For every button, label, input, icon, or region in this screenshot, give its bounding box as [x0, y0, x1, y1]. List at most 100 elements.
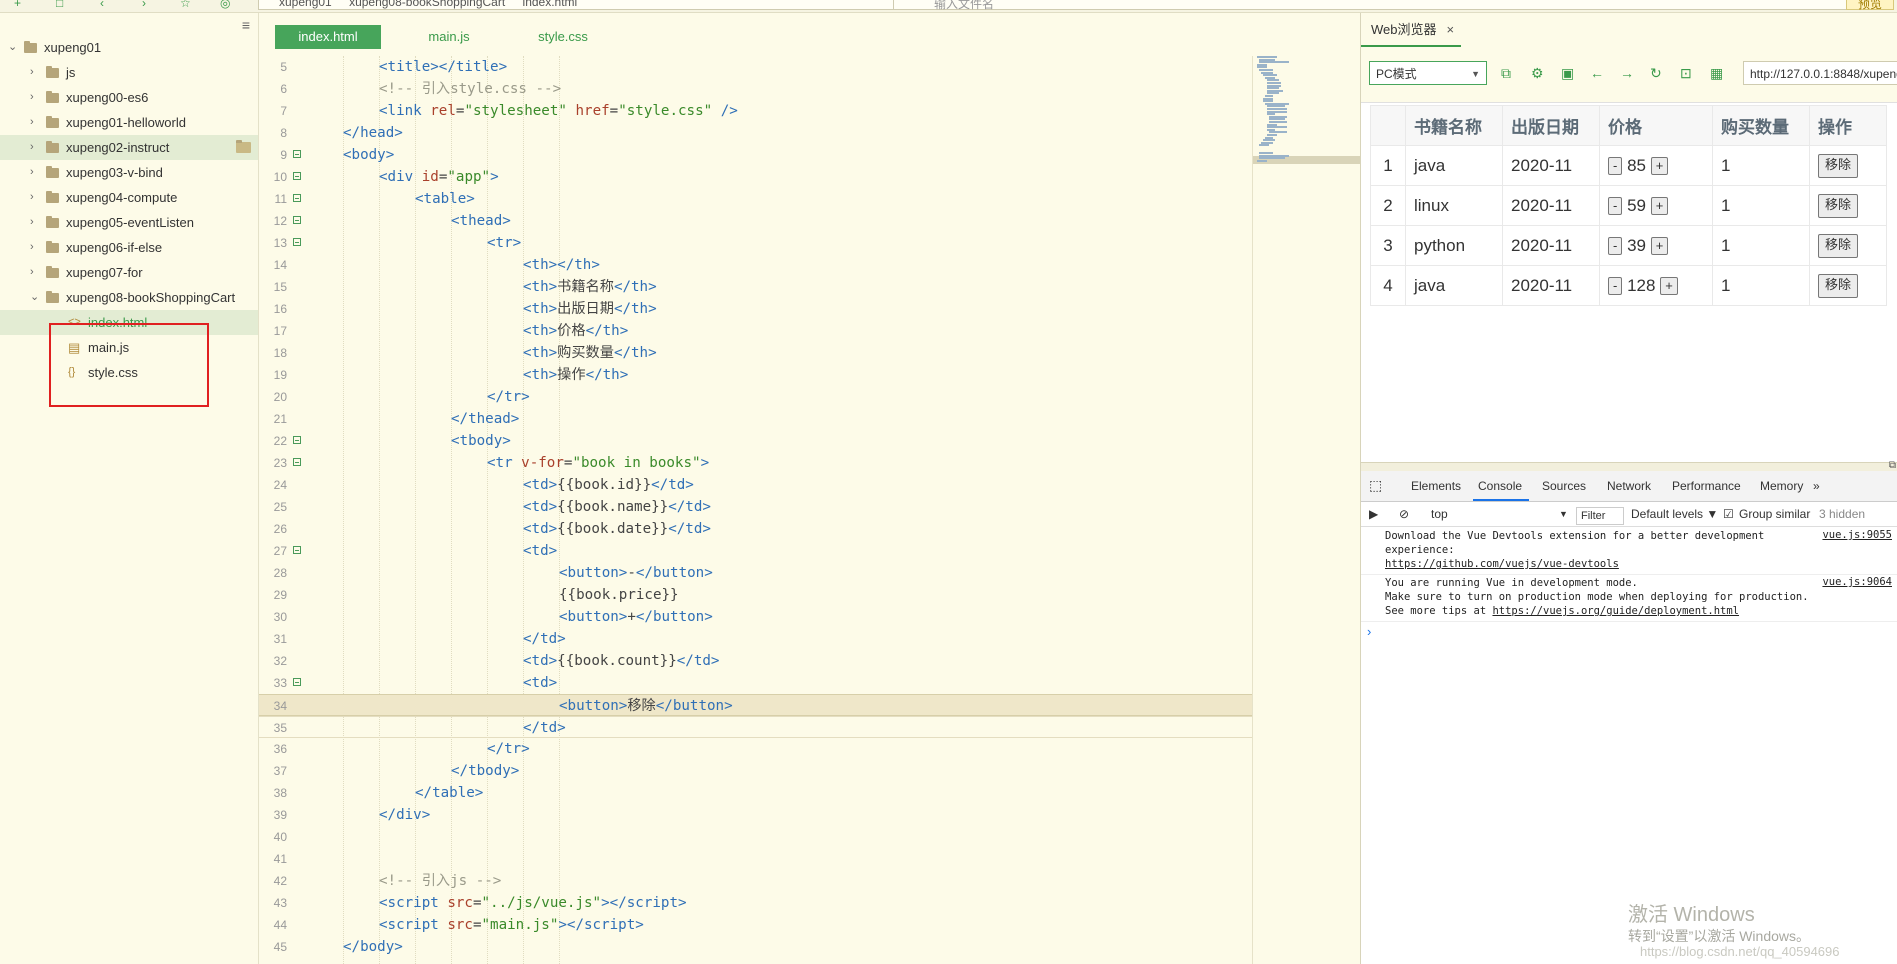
code-line[interactable]: 23 <tr v-for="book in books">: [259, 452, 1252, 474]
code-line[interactable]: 21 </thead>: [259, 408, 1252, 430]
increase-button[interactable]: +: [1650, 157, 1669, 176]
code-line[interactable]: 39 </div>: [259, 804, 1252, 826]
remove-button[interactable]: 移除: [1818, 193, 1859, 218]
open-folder-icon[interactable]: [236, 135, 251, 160]
console-filter-input[interactable]: Filter: [1576, 507, 1624, 525]
code-line[interactable]: 41: [259, 848, 1252, 870]
code-line[interactable]: 14 <th></th>: [259, 254, 1252, 276]
code-line[interactable]: 26 <td>{{book.date}}</td>: [259, 518, 1252, 540]
code-line[interactable]: 29 {{book.price}}: [259, 584, 1252, 606]
console-prompt[interactable]: ›: [1367, 624, 1371, 639]
new-file-icon[interactable]: +: [14, 0, 21, 10]
console-icon[interactable]: ▣: [1561, 65, 1574, 82]
tree-folder[interactable]: › xupeng04-compute: [0, 185, 258, 210]
fold-marker-icon[interactable]: [293, 458, 301, 466]
fold-marker-icon[interactable]: [293, 436, 301, 444]
code-line[interactable]: 5 <title></title>: [259, 56, 1252, 78]
chevron-right-icon[interactable]: ›: [30, 110, 34, 135]
remove-button[interactable]: 移除: [1818, 153, 1859, 178]
increase-button[interactable]: +: [1650, 237, 1669, 256]
breadcrumb-folder[interactable]: xupeng08-bookShoppingCart: [349, 0, 505, 9]
code-line[interactable]: 36 </tr>: [259, 738, 1252, 760]
chevron-down-icon[interactable]: ⌄: [8, 35, 17, 60]
settings-icon[interactable]: ⚙: [1531, 65, 1544, 82]
browser-tab[interactable]: Web浏览器 ×: [1371, 19, 1454, 38]
save-icon[interactable]: □: [56, 0, 63, 10]
tree-folder[interactable]: › xupeng02-instruct: [0, 135, 258, 160]
code-line[interactable]: 33 <td>: [259, 672, 1252, 694]
tab-style-css[interactable]: style.css: [513, 25, 613, 49]
star-icon[interactable]: ☆: [180, 0, 191, 10]
remove-button[interactable]: 移除: [1818, 233, 1859, 258]
forward-icon[interactable]: ›: [142, 0, 146, 10]
chevron-down-icon[interactable]: ⌄: [30, 285, 39, 310]
code-line[interactable]: 12 <thead>: [259, 210, 1252, 232]
fold-marker-icon[interactable]: [293, 238, 301, 246]
code-line[interactable]: 25 <td>{{book.name}}</td>: [259, 496, 1252, 518]
code-editor[interactable]: 5 <title></title> 6 <!-- 引入style.css --> 7 <l…: [259, 56, 1252, 964]
code-line[interactable]: 37 </tbody>: [259, 760, 1252, 782]
code-line[interactable]: 28 <button>-</button>: [259, 562, 1252, 584]
chevron-right-icon[interactable]: ›: [30, 185, 34, 210]
more-tabs-icon[interactable]: »: [1813, 479, 1820, 493]
increase-button[interactable]: +: [1660, 277, 1678, 296]
file-search-input[interactable]: 输入文件名: [893, 0, 1865, 11]
tab-performance[interactable]: Performance: [1672, 479, 1741, 493]
chevron-right-icon[interactable]: ›: [30, 210, 34, 235]
code-line[interactable]: 9 <body>: [259, 144, 1252, 166]
code-line[interactable]: 27 <td>: [259, 540, 1252, 562]
remove-button[interactable]: 移除: [1818, 273, 1859, 298]
code-line[interactable]: 6 <!-- 引入style.css -->: [259, 78, 1252, 100]
minimap[interactable]: [1252, 56, 1360, 964]
fold-marker-icon[interactable]: [293, 216, 301, 224]
tree-root[interactable]: ⌄ xupeng01: [0, 35, 258, 60]
code-line[interactable]: 38 </table>: [259, 782, 1252, 804]
back-arrow-icon[interactable]: ←: [1590, 65, 1604, 81]
tree-folder[interactable]: › js: [0, 60, 258, 85]
run-icon[interactable]: ◎: [220, 0, 230, 10]
context-select[interactable]: top: [1431, 507, 1448, 521]
console-source-link[interactable]: vue.js:9064: [1822, 576, 1892, 588]
tab-console[interactable]: Console: [1478, 479, 1522, 493]
console-link[interactable]: https://github.com/vuejs/vue-devtools: [1385, 558, 1619, 570]
chevron-right-icon[interactable]: ›: [30, 60, 34, 85]
fold-marker-icon[interactable]: [293, 678, 301, 686]
code-line[interactable]: 16 <th>出版日期</th>: [259, 298, 1252, 320]
code-line[interactable]: 22 <tbody>: [259, 430, 1252, 452]
tree-folder[interactable]: › xupeng01-helloworld: [0, 110, 258, 135]
code-line[interactable]: 11 <table>: [259, 188, 1252, 210]
increase-button[interactable]: +: [1650, 197, 1669, 216]
preview-button[interactable]: 预览: [1846, 0, 1894, 11]
tab-main-js[interactable]: main.js: [399, 25, 499, 49]
open-external-icon[interactable]: ⧉: [1501, 65, 1511, 82]
tree-folder[interactable]: › xupeng03-v-bind: [0, 160, 258, 185]
back-icon[interactable]: ‹: [100, 0, 104, 10]
code-line[interactable]: 17 <th>价格</th>: [259, 320, 1252, 342]
decrease-button[interactable]: -: [1608, 277, 1623, 296]
sidebar-toggle-icon[interactable]: ▶: [1369, 507, 1378, 521]
code-line[interactable]: 10 <div id="app">: [259, 166, 1252, 188]
code-line[interactable]: 20 </tr>: [259, 386, 1252, 408]
console-link[interactable]: https://vuejs.org/guide/deployment.html: [1492, 605, 1739, 617]
mode-select[interactable]: PC模式 ▼: [1369, 61, 1487, 85]
code-line[interactable]: 19 <th>操作</th>: [259, 364, 1252, 386]
code-line[interactable]: 15 <th>书籍名称</th>: [259, 276, 1252, 298]
code-line[interactable]: 44 <script src="main.js"></script>: [259, 914, 1252, 936]
qrcode-icon[interactable]: ▦: [1710, 65, 1723, 82]
chevron-right-icon[interactable]: ›: [30, 85, 34, 110]
dock-icon[interactable]: ⧉: [1889, 460, 1896, 471]
chevron-right-icon[interactable]: ›: [30, 160, 34, 185]
url-input[interactable]: http://127.0.0.1:8848/xupeng01/xupeng08-…: [1743, 61, 1897, 85]
group-similar-checkbox[interactable]: ☑: [1723, 507, 1734, 521]
tab-memory[interactable]: Memory: [1760, 479, 1803, 493]
code-line[interactable]: 8 </head>: [259, 122, 1252, 144]
tree-folder[interactable]: › xupeng05-eventListen: [0, 210, 258, 235]
tab-sources[interactable]: Sources: [1542, 479, 1586, 493]
console-source-link[interactable]: vue.js:9055: [1822, 529, 1892, 541]
tab-elements[interactable]: Elements: [1411, 479, 1461, 493]
code-line[interactable]: 18 <th>购买数量</th>: [259, 342, 1252, 364]
decrease-button[interactable]: -: [1608, 157, 1623, 176]
breadcrumb[interactable]: xupeng01 xupeng08-bookShoppingCart index…: [258, 0, 902, 10]
breadcrumb-file[interactable]: index.html: [523, 0, 578, 9]
tab-network[interactable]: Network: [1607, 479, 1651, 493]
